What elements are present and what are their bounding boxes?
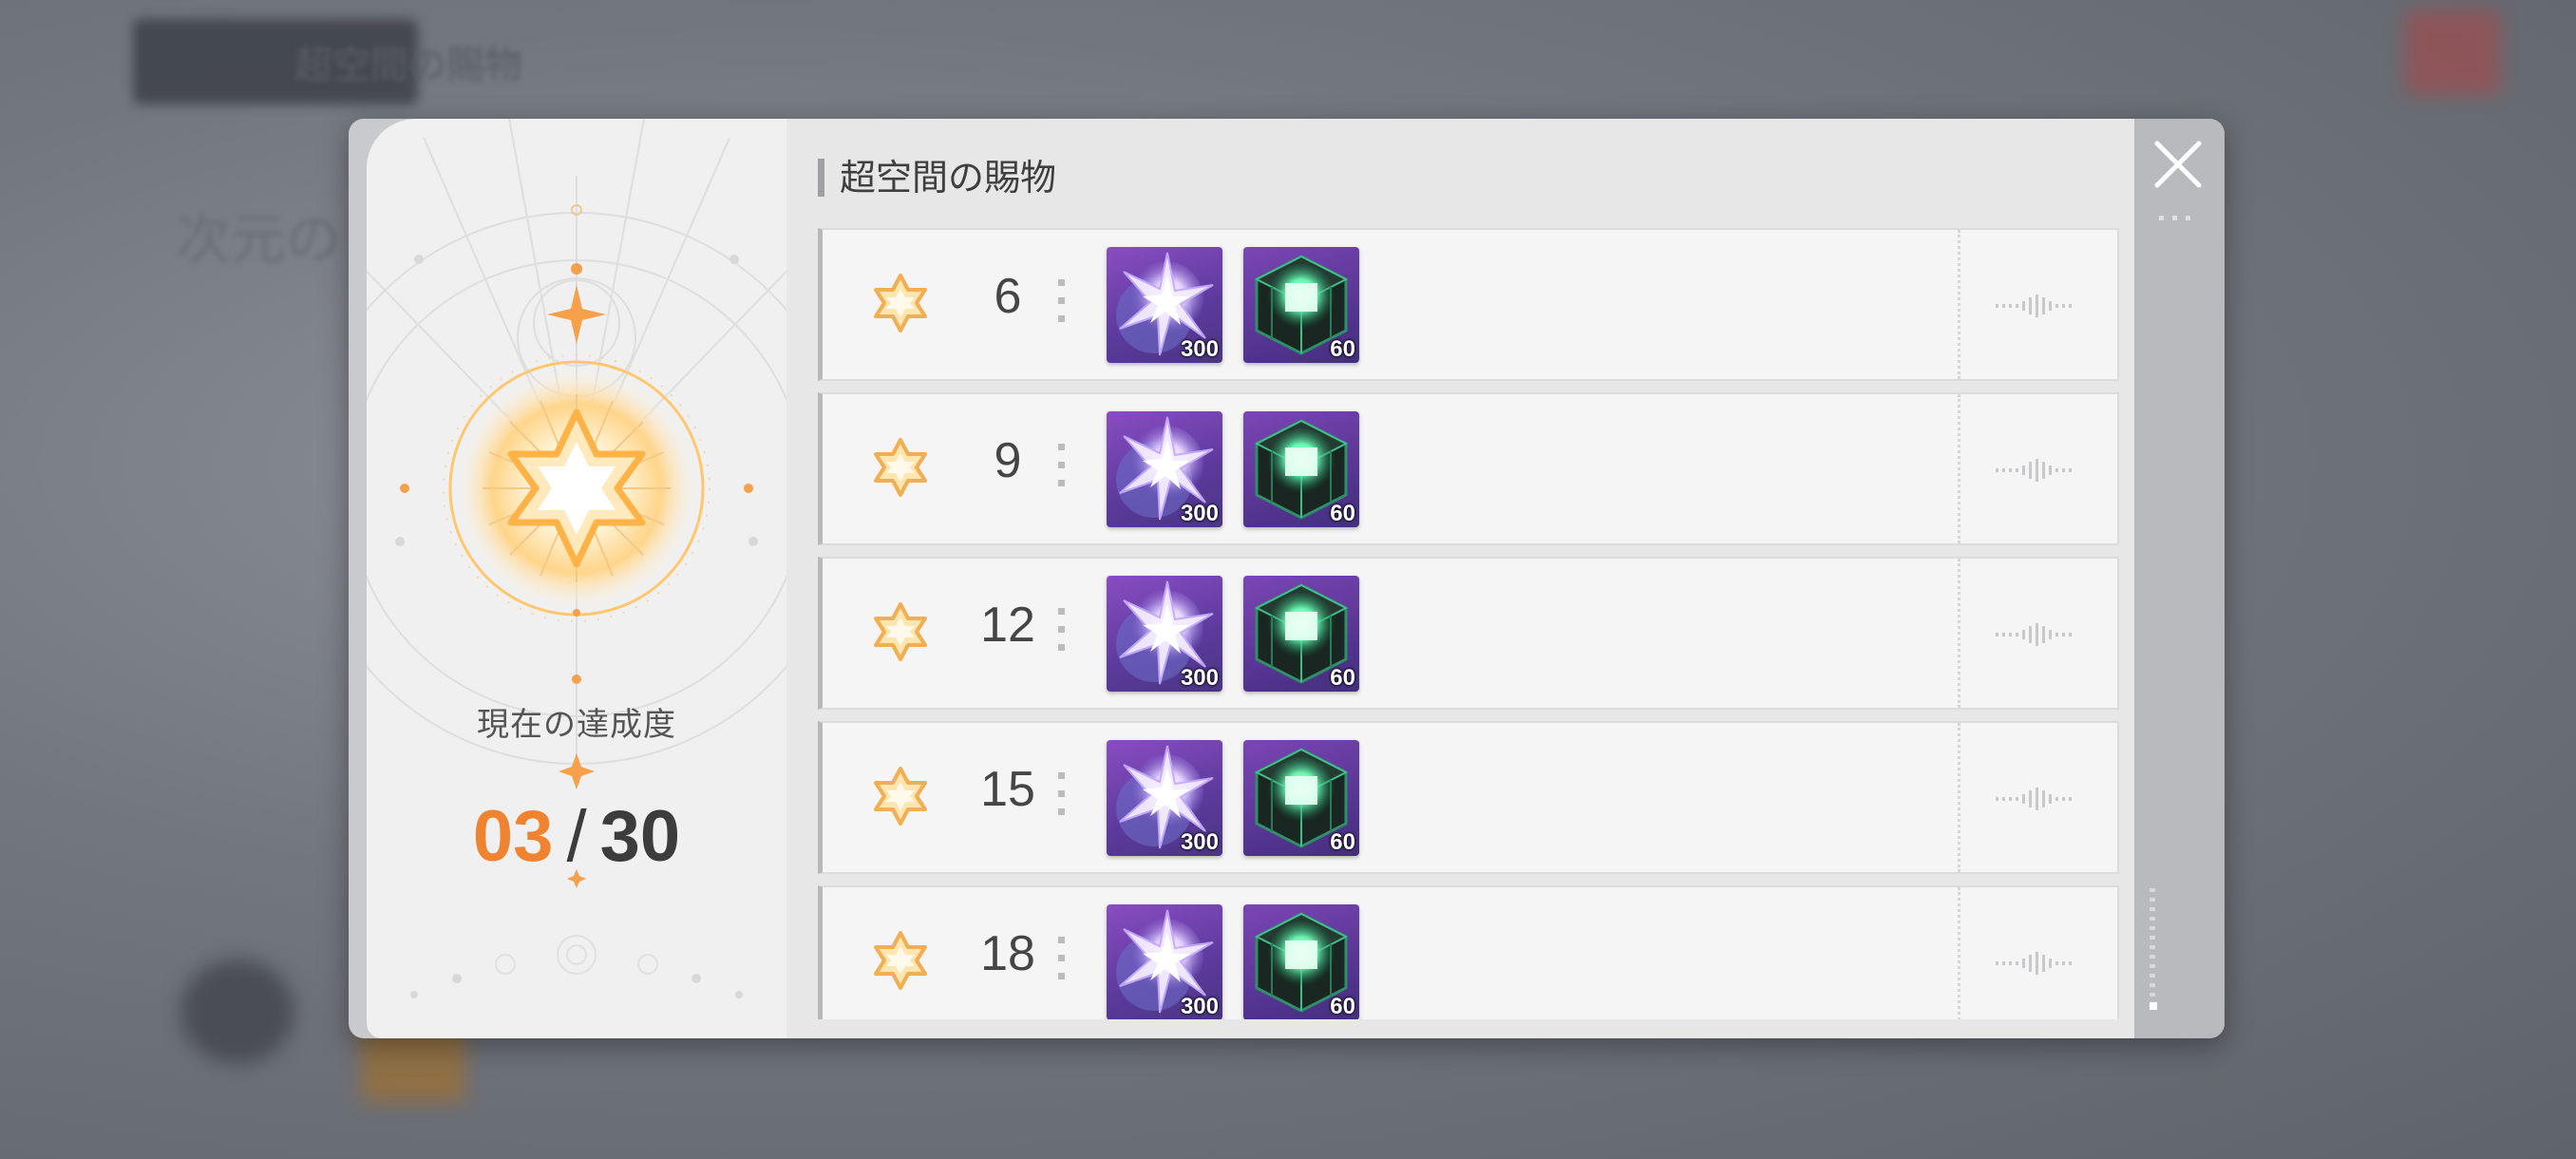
star-badge-icon (874, 767, 927, 826)
reward-threshold: 15 (980, 762, 1035, 817)
reward-item[interactable]: 300 (1107, 576, 1222, 692)
reward-item[interactable]: 300 (1107, 411, 1222, 527)
reward-threshold: 9 (994, 433, 1022, 488)
row-divider (1958, 887, 1960, 1019)
waveform-icon (1996, 623, 2075, 650)
reward-row[interactable]: 9 300 60 (818, 392, 2119, 545)
progress-current: 03 (472, 796, 554, 877)
reward-threshold: 12 (980, 598, 1035, 653)
background-avatar (180, 960, 294, 1064)
reward-quantity: 300 (1180, 336, 1219, 362)
dots-divider (1058, 279, 1066, 333)
progress-panel: 現在の達成度 03/30 (367, 119, 786, 1038)
waveform-icon (1996, 459, 2075, 485)
star-badge-icon (874, 602, 927, 661)
reward-row[interactable]: 6 300 60 (818, 228, 2119, 381)
progress-count: 03/30 (367, 795, 786, 878)
rewards-list[interactable]: 6 300 60 9 300 60 12 300 60 15 300 60 18… (818, 228, 2119, 1019)
reward-item[interactable]: 300 (1107, 247, 1222, 363)
reward-quantity: 300 (1180, 665, 1219, 691)
reward-quantity: 60 (1330, 665, 1355, 691)
star-badge-icon (874, 438, 927, 497)
star-badge-icon (870, 437, 931, 498)
scroll-indicator[interactable] (2150, 888, 2159, 1019)
reward-item[interactable]: 60 (1243, 411, 1359, 527)
reward-quantity: 300 (1180, 994, 1219, 1019)
row-divider (1958, 559, 1960, 708)
close-icon[interactable] (2151, 138, 2205, 191)
reward-item[interactable]: 300 (1107, 904, 1222, 1019)
reward-quantity: 60 (1330, 336, 1355, 362)
reward-quantity: 60 (1330, 829, 1355, 855)
star-emblem-decoration (367, 119, 786, 998)
dots-divider (1058, 772, 1066, 826)
reward-row[interactable]: 15 300 60 (818, 721, 2119, 874)
waveform-icon (1996, 952, 2075, 978)
reward-quantity: 300 (1180, 829, 1219, 855)
star-badge-icon (870, 930, 931, 991)
row-divider (1958, 723, 1960, 872)
waveform-icon (1996, 788, 2075, 814)
dots-divider (1058, 444, 1066, 498)
side-strip (2134, 119, 2225, 1038)
close-dots-decoration (2159, 206, 2199, 224)
star-badge-icon (874, 274, 927, 332)
dots-divider (1058, 608, 1066, 662)
reward-row[interactable]: 12 300 60 (818, 557, 2119, 710)
progress-label: 現在の達成度 (477, 706, 676, 744)
row-divider (1958, 230, 1960, 379)
reward-threshold: 6 (994, 269, 1022, 324)
waveform-icon (1996, 294, 2075, 321)
row-divider (1958, 394, 1960, 543)
star-badge-icon (874, 931, 927, 990)
background-red-button (2405, 10, 2500, 95)
progress-separator: / (566, 796, 587, 877)
reward-quantity: 60 (1330, 501, 1355, 526)
dots-divider (1058, 937, 1066, 991)
rewards-title: 超空間の賜物 (818, 159, 1056, 197)
background-subtitle: 次元の (176, 207, 342, 272)
star-badge-icon (870, 273, 931, 333)
reward-item[interactable]: 300 (1107, 740, 1222, 856)
progress-total: 30 (599, 796, 681, 877)
rewards-panel: 超空間の賜物 6 300 60 9 300 60 12 300 60 15 30… (786, 119, 2134, 1038)
reward-threshold: 18 (980, 926, 1035, 981)
reward-row[interactable]: 18 300 60 (818, 885, 2119, 1019)
rewards-modal: 現在の達成度 03/30 超空間の賜物 6 300 60 9 300 60 12… (349, 119, 2225, 1038)
star-badge-icon (870, 601, 931, 662)
reward-quantity: 60 (1330, 994, 1355, 1019)
background-title: 超空間の賜物 (294, 44, 522, 87)
reward-item[interactable]: 60 (1243, 904, 1359, 1019)
reward-item[interactable]: 60 (1243, 247, 1359, 363)
star-badge-icon (870, 766, 931, 826)
reward-quantity: 300 (1180, 501, 1219, 526)
reward-item[interactable]: 60 (1243, 576, 1359, 692)
reward-item[interactable]: 60 (1243, 740, 1359, 856)
